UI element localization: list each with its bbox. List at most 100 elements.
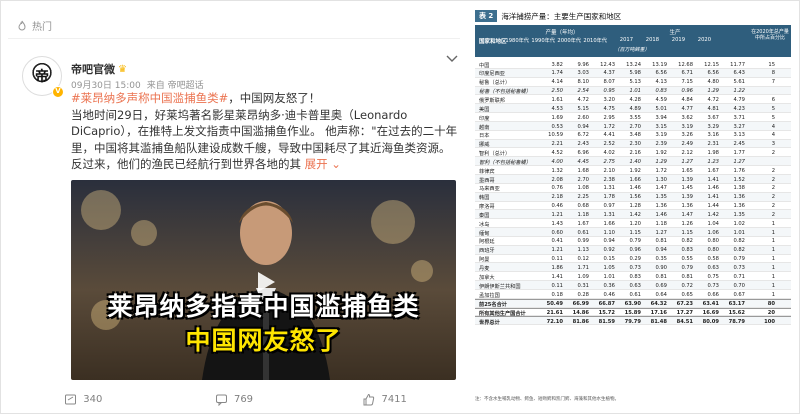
value-cell: 1.45: [681, 185, 693, 192]
value-cell: 1.43: [551, 220, 563, 227]
bokeh-light: [131, 220, 157, 246]
value-cell: 5.98: [629, 70, 641, 77]
value-cell: 0.73: [629, 265, 641, 271]
table-row: 俄罗斯联邦 1.61 4.72 3.20 4.28 4.59 4.84 4.72 4.79 6: [475, 95, 791, 105]
comment-icon: [215, 394, 227, 406]
value-cell: 1.47: [681, 211, 693, 218]
value-cell: 63.90: [624, 301, 641, 308]
value-cell: 1.41: [551, 273, 563, 280]
value-cell: 0.31: [577, 282, 589, 289]
chevron-down-icon[interactable]: [446, 54, 458, 64]
action-bar: 340 769 7411: [8, 390, 460, 408]
value-cell: 0.60: [551, 229, 563, 236]
value-cell: 1.29: [707, 88, 719, 95]
expand-chevron-icon[interactable]: ⌄: [328, 157, 341, 171]
country-name: 缅甸: [479, 230, 490, 237]
value-cell: 3.71: [733, 114, 745, 121]
value-cell: 0.11: [551, 256, 563, 263]
value-cell: 81.48: [650, 319, 667, 326]
value-cell: 78.79: [728, 319, 745, 326]
value-cell: 4.53: [551, 105, 563, 112]
table-row: 摩洛哥 0.46 0.68 0.97 1.28 1.36 1.36 1.44 1.36 2: [475, 202, 791, 211]
video-caption-line2: 中国网友怒了: [185, 326, 342, 355]
country-name: 智利（总计）: [479, 151, 511, 158]
value-cell: 1.40: [629, 158, 641, 165]
country-name: 俄罗斯联邦: [479, 97, 505, 104]
value-cell: 0.66: [707, 291, 719, 298]
value-cell: 0.94: [577, 123, 589, 130]
share-cell: 5: [771, 105, 775, 112]
value-cell: 2.60: [577, 114, 589, 121]
value-cell: 15.72: [598, 310, 615, 317]
member-crown-icon: ♛: [118, 63, 127, 75]
share-cell: 1: [771, 220, 775, 227]
share-cell: 100: [764, 319, 775, 326]
table-row: 阿曼 0.11 0.12 0.15 0.29 0.35 0.55 0.58 0.79 1: [475, 255, 791, 264]
expand-link[interactable]: 展开: [305, 157, 328, 171]
table-row: 美国 4.53 5.15 4.75 4.89 5.01 4.77 4.81 4.23 5: [475, 104, 791, 114]
value-cell: 1.01: [603, 273, 615, 280]
value-cell: 0.71: [733, 273, 745, 280]
value-cell: 1.35: [655, 194, 667, 201]
value-cell: 0.64: [655, 291, 667, 298]
comment-button[interactable]: 769: [159, 390, 310, 408]
share-cell: 1: [771, 229, 775, 236]
value-cell: 0.96: [681, 88, 693, 95]
username-row: 帝吧官微 ♛: [71, 61, 127, 77]
value-cell: 0.11: [551, 282, 563, 289]
repost-button[interactable]: 340: [8, 390, 159, 408]
value-cell: 0.95: [603, 88, 615, 95]
bokeh-light: [411, 260, 433, 282]
value-cell: 1.42: [629, 211, 641, 218]
username[interactable]: 帝吧官微: [71, 61, 115, 77]
table-row: 印度 1.69 2.60 2.95 3.55 3.94 3.62 3.67 3.71 5: [475, 113, 791, 122]
value-cell: 1.46: [655, 211, 667, 218]
value-cell: 3.29: [707, 123, 719, 130]
hashtag-link[interactable]: #莱昂纳多声称中国滥捕鱼类#: [71, 91, 228, 105]
value-cell: 1.27: [655, 229, 667, 236]
table-row: 加拿大 1.41 1.09 1.01 0.83 0.81 0.81 0.75 0.71 1: [475, 272, 791, 282]
table-row: 菲律宾 1.32 1.68 2.10 1.92 1.72 1.65 1.67 1.76 2: [475, 166, 791, 175]
country-name: 挪威: [479, 142, 490, 149]
bokeh-light: [81, 190, 121, 230]
value-cell: 13.19: [652, 61, 667, 68]
country-name: 墨西哥: [479, 177, 495, 184]
table-row: 马来西亚 0.76 1.08 1.31 1.46 1.47 1.45 1.46 1.38 2: [475, 184, 791, 193]
share-cell: 1: [771, 273, 775, 280]
value-cell: 81.86: [572, 319, 589, 326]
value-cell: 0.82: [733, 238, 745, 245]
value-cell: 4.02: [603, 150, 615, 157]
value-cell: 79.79: [624, 319, 641, 326]
value-cell: 0.36: [603, 282, 615, 289]
value-cell: 1.28: [629, 203, 641, 210]
table-row: 智利（总计） 4.52 6.96 4.02 2.16 1.92 2.12 1.98 1.77 2: [475, 148, 791, 158]
country-name: 印度: [479, 115, 490, 122]
value-cell: 2.49: [681, 141, 693, 148]
share-cell: 3: [771, 141, 775, 148]
country-name: 阿根廷: [479, 239, 495, 246]
value-cell: 2.30: [629, 141, 641, 148]
value-cell: 2.16: [629, 150, 641, 157]
value-cell: 3.26: [681, 132, 693, 139]
country-name: 智利（不包括秘鲁鳀）: [479, 159, 531, 166]
video-player[interactable]: 莱昂纳多指责中国滥捕鱼类 中国网友怒了: [71, 180, 456, 380]
value-cell: 4.45: [577, 158, 589, 165]
headline-text: ，中国网友怒了！: [228, 91, 321, 105]
value-cell: 3.15: [655, 123, 667, 130]
share-cell: 2: [771, 150, 775, 157]
value-cell: 2.45: [733, 141, 745, 148]
share-cell: 4: [771, 132, 775, 139]
share-cell: 20: [767, 310, 775, 317]
value-cell: 0.61: [629, 291, 641, 298]
value-cell: 3.16: [707, 132, 719, 139]
value-cell: 6.72: [577, 132, 589, 139]
value-cell: 0.53: [551, 123, 563, 130]
value-cell: 1.69: [551, 114, 563, 121]
value-cell: 0.80: [707, 238, 719, 245]
value-cell: 0.81: [655, 238, 667, 245]
value-cell: 84.51: [676, 319, 693, 326]
like-button[interactable]: 7411: [309, 390, 460, 408]
table-row: 秦国 1.21 1.18 1.31 1.42 1.46 1.47 1.42 1.35 2: [475, 210, 791, 220]
share-cell: 2: [771, 211, 775, 218]
value-cell: 1.10: [603, 229, 615, 236]
